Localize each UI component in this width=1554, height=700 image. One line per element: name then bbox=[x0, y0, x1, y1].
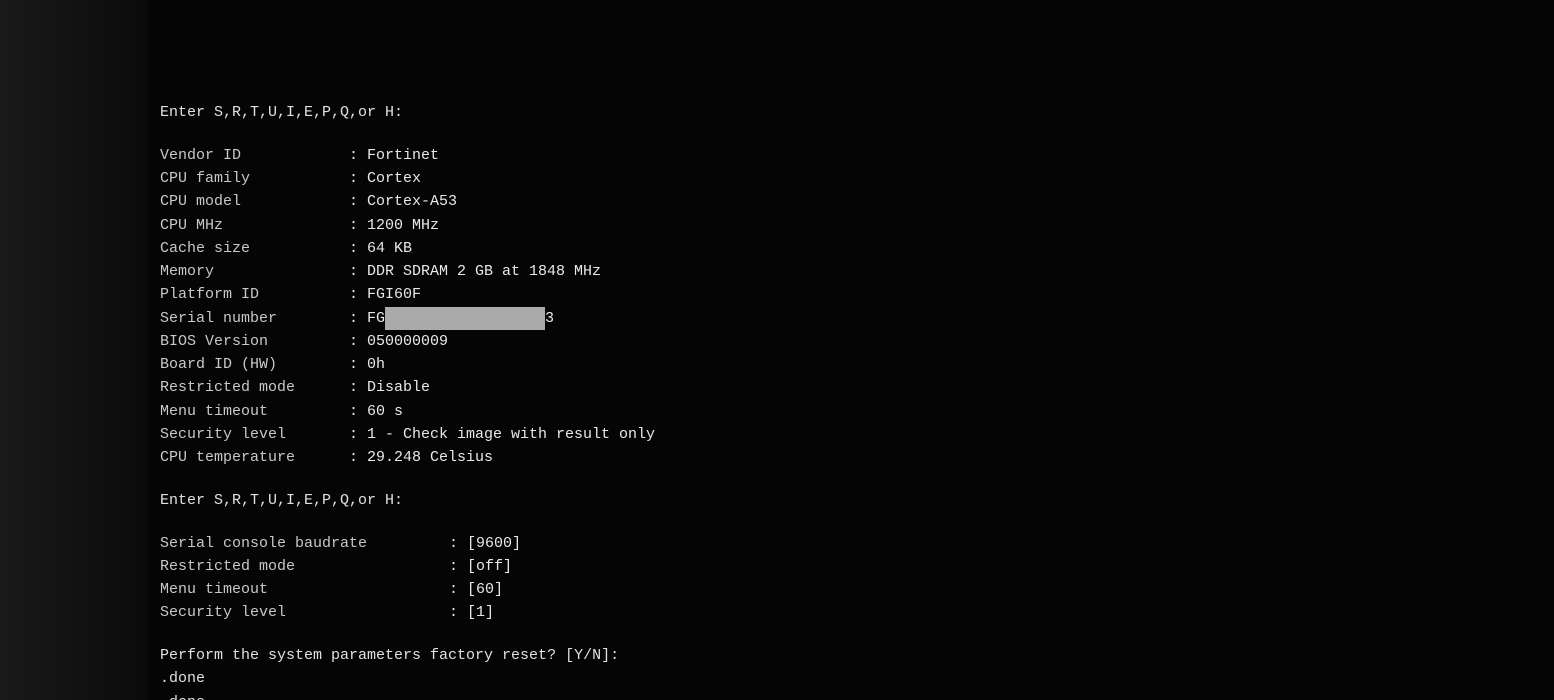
terminal-line: Security level : 1 - Check image with re… bbox=[160, 423, 1554, 446]
terminal-line: Restricted mode : Disable bbox=[160, 376, 1554, 399]
terminal-line: Serial console baudrate : [9600] bbox=[160, 532, 1554, 555]
terminal-line: Serial number : FGXXXXXXXXXXXXXXXXX3 bbox=[160, 307, 1554, 330]
terminal-line: .done bbox=[160, 691, 1554, 700]
terminal-line bbox=[160, 625, 1554, 645]
terminal-line: Board ID (HW) : 0h bbox=[160, 353, 1554, 376]
terminal-line: Menu timeout : 60 s bbox=[160, 400, 1554, 423]
terminal-line bbox=[160, 469, 1554, 489]
terminal-line: Enter S,R,T,U,I,E,P,Q,or H: bbox=[160, 489, 1554, 512]
terminal-line: BIOS Version : 050000009 bbox=[160, 330, 1554, 353]
terminal-line: .done bbox=[160, 667, 1554, 690]
terminal-screen[interactable]: Enter S,R,T,U,I,E,P,Q,or H: Vendor ID : … bbox=[148, 0, 1554, 700]
terminal-line: Restricted mode : [off] bbox=[160, 555, 1554, 578]
terminal-line bbox=[160, 124, 1554, 144]
terminal-line: Perform the system parameters factory re… bbox=[160, 644, 1554, 667]
terminal-line: Vendor ID : Fortinet bbox=[160, 144, 1554, 167]
left-bar bbox=[0, 0, 148, 700]
terminal-line: Memory : DDR SDRAM 2 GB at 1848 MHz bbox=[160, 260, 1554, 283]
terminal-line: Platform ID : FGI60F bbox=[160, 283, 1554, 306]
terminal-line: CPU temperature : 29.248 Celsius bbox=[160, 446, 1554, 469]
terminal-line: Security level : [1] bbox=[160, 601, 1554, 624]
terminal-line: Cache size : 64 KB bbox=[160, 237, 1554, 260]
redacted-serial: XXXXXXXXXXXXXXXXX bbox=[385, 307, 545, 330]
terminal-line: Menu timeout : [60] bbox=[160, 578, 1554, 601]
terminal-line: Enter S,R,T,U,I,E,P,Q,or H: bbox=[160, 101, 1554, 124]
terminal-content: Enter S,R,T,U,I,E,P,Q,or H: Vendor ID : … bbox=[156, 55, 1554, 700]
terminal-line bbox=[160, 512, 1554, 532]
terminal-line: CPU MHz : 1200 MHz bbox=[160, 214, 1554, 237]
terminal-line: CPU family : Cortex bbox=[160, 167, 1554, 190]
terminal-line: CPU model : Cortex-A53 bbox=[160, 190, 1554, 213]
